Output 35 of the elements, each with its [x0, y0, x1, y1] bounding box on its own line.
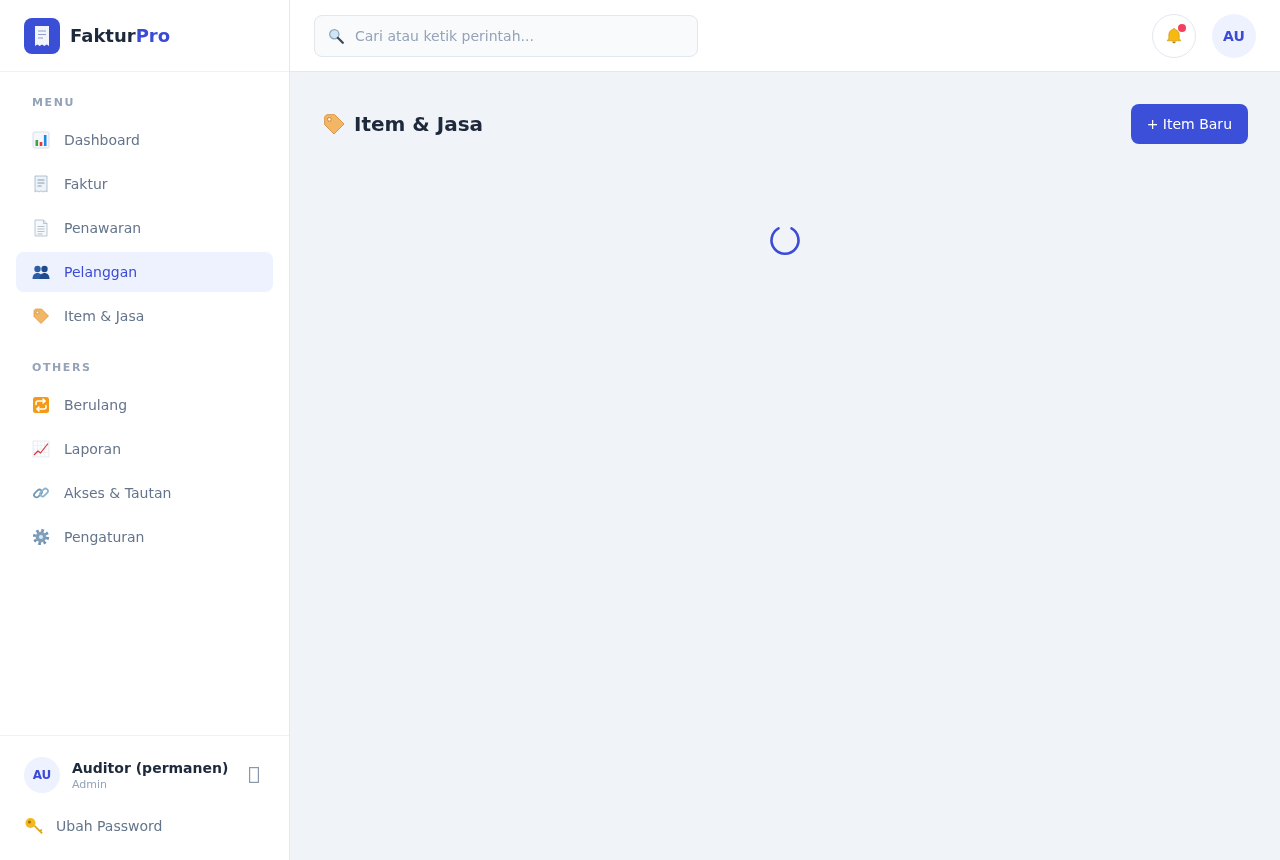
tag-icon	[32, 307, 50, 325]
receipt-icon	[32, 175, 50, 193]
user-name: Auditor (permanen)	[72, 759, 230, 776]
sidebar-item[interactable]: Item & Jasa	[16, 296, 273, 336]
user-role: Admin	[72, 777, 109, 791]
document-icon	[32, 219, 50, 237]
app-name: FakturPro	[70, 25, 171, 46]
sidebar-item[interactable]: Akses & Tautan	[16, 473, 273, 513]
sidebar-item[interactable]: Penawaran	[16, 208, 273, 248]
user-avatar[interactable]: AU	[1212, 13, 1256, 58]
sidebar-item[interactable]: Laporan	[16, 429, 273, 469]
app-logo-icon	[24, 17, 60, 54]
page-title: Item & Jasa	[354, 112, 484, 136]
key-icon	[24, 816, 44, 836]
bell-icon	[1165, 26, 1183, 45]
repeat-arrows-icon	[32, 396, 50, 414]
bar-chart-icon	[32, 131, 50, 149]
search-icon	[328, 27, 344, 44]
notification-button[interactable]	[1152, 13, 1196, 58]
user-avatar: AU	[24, 757, 60, 793]
change-password-link[interactable]: Ubah Password	[24, 816, 265, 836]
sidebar-item[interactable]: Pengaturan	[16, 517, 273, 557]
sidebar-item[interactable]: Dashboard	[16, 120, 273, 160]
section-label: OTHERS	[31, 361, 93, 375]
new-item-button[interactable]: + Item Baru	[1130, 104, 1248, 144]
line-chart-icon	[32, 440, 50, 458]
section-label: MENU	[31, 96, 76, 110]
gear-icon	[32, 528, 50, 546]
search-field[interactable]: Cari atau ketik perintah...	[314, 14, 698, 57]
blank-glyph-icon[interactable]	[249, 767, 259, 783]
sidebar-item[interactable]: Berulang	[16, 385, 273, 425]
people-icon	[32, 263, 50, 281]
sidebar-item[interactable]: Pelanggan	[16, 252, 273, 292]
sidebar-item[interactable]: Faktur	[16, 164, 273, 204]
tag-icon	[322, 112, 346, 136]
